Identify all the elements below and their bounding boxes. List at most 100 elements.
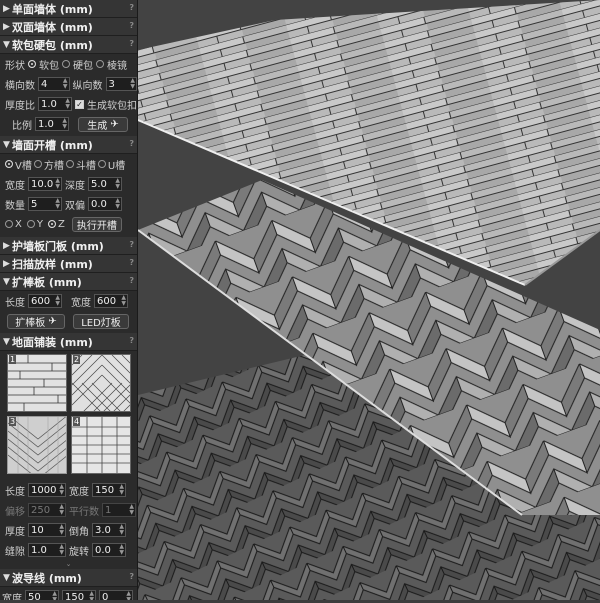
pattern-tile-chevron[interactable]: 3 bbox=[7, 416, 67, 474]
wave-value-3[interactable]: 0 ▲ ▼ bbox=[99, 590, 133, 600]
sheet-width-input[interactable]: 600 ▲ ▼ bbox=[94, 294, 128, 308]
sheet-length-input[interactable]: 600 ▲ ▼ bbox=[28, 294, 62, 308]
floor-preview-render bbox=[137, 0, 600, 600]
section-wave[interactable]: ▼ 波导线 (mm) ? bbox=[0, 569, 137, 587]
ratio-input[interactable]: 1.0 ▲ ▼ bbox=[35, 117, 69, 131]
section-wall-groove[interactable]: ▼ 墙面开槽 (mm) ? bbox=[0, 136, 137, 154]
floor-length-label: 长度 bbox=[5, 486, 25, 498]
floor-thickness-input[interactable]: 10 ▲ ▼ bbox=[28, 523, 66, 537]
radio-u-label: U槽 bbox=[107, 160, 126, 172]
radio-soft-label: 软包 bbox=[39, 60, 59, 72]
wave-value-2[interactable]: 150 ▲ ▼ bbox=[62, 590, 96, 600]
floor-rotate-input[interactable]: 0.0 ▲ ▼ bbox=[92, 543, 126, 557]
radio-v-label: V槽 bbox=[15, 160, 32, 172]
radio-hard[interactable] bbox=[62, 60, 70, 68]
radio-axis-y[interactable] bbox=[26, 220, 35, 228]
section-title: 地面铺装 (mm) bbox=[12, 335, 93, 349]
help-icon[interactable]: ? bbox=[129, 21, 134, 30]
groove-width-input[interactable]: 10.0 ▲ ▼ bbox=[28, 177, 62, 191]
section-wainscot[interactable]: ▶ 护墙板门板 (mm) ? bbox=[0, 237, 137, 255]
radio-u-groove[interactable] bbox=[97, 160, 106, 168]
floor-offset-row: 偏移 250 ▲ ▼ 平行数 1 ▲ ▼ bbox=[0, 500, 137, 520]
groove-depth-input[interactable]: 5.0 ▲ ▼ bbox=[88, 177, 122, 191]
pattern-tile-grid[interactable]: 4 bbox=[71, 416, 131, 474]
radio-soft[interactable] bbox=[28, 60, 36, 68]
groove-width-label: 宽度 bbox=[5, 180, 25, 192]
pattern-tile-staggered[interactable]: 1 bbox=[7, 354, 67, 412]
radio-hard-label: 硬包 bbox=[73, 60, 93, 72]
section-skirting[interactable]: ▶ 扫描放样 (mm) ? bbox=[0, 255, 137, 273]
chevron-down-icon: ▼ bbox=[3, 39, 10, 50]
expand-more-icon[interactable]: ⌄ bbox=[0, 560, 137, 569]
chevron-right-icon: ▶ bbox=[3, 258, 10, 269]
radio-v-groove[interactable] bbox=[5, 160, 13, 168]
led-panel-button[interactable]: LED灯板 bbox=[73, 313, 129, 329]
generate-button[interactable]: 生成 ✈ bbox=[78, 116, 128, 132]
radio-mirror-label: 棱镜 bbox=[107, 60, 127, 72]
section-title: 扫描放样 (mm) bbox=[12, 257, 93, 271]
3d-viewport[interactable] bbox=[137, 0, 600, 600]
floor-offset-input: 250 ▲ ▼ bbox=[28, 503, 66, 517]
axis-x-label: X bbox=[15, 218, 22, 230]
pattern-tile-herringbone[interactable]: 2 bbox=[71, 354, 131, 412]
gen-buckle-checkbox[interactable]: ✓ bbox=[75, 99, 84, 109]
double-offset-label: 双偏 bbox=[65, 200, 85, 212]
floor-parallel-input: 1 ▲ ▼ bbox=[102, 503, 136, 517]
floor-gap-input[interactable]: 1.0 ▲ ▼ bbox=[28, 543, 66, 557]
ratio-label: 比例 bbox=[12, 120, 32, 132]
radio-axis-z[interactable] bbox=[47, 220, 56, 228]
radio-mirror[interactable] bbox=[96, 60, 104, 68]
help-icon[interactable]: ? bbox=[129, 258, 134, 267]
section-floor[interactable]: ▼ 地面铺装 (mm) ? bbox=[0, 333, 137, 351]
help-icon[interactable]: ? bbox=[129, 336, 134, 345]
double-offset-input[interactable]: 0.0 ▲ ▼ bbox=[88, 197, 122, 211]
v-count-label: 纵向数 bbox=[72, 80, 103, 92]
wave-width-label: 宽度 bbox=[2, 593, 22, 601]
section-soft-pack[interactable]: ▼ 软包硬包 (mm) ? bbox=[0, 36, 137, 54]
sheet-button[interactable]: 扩棒板 ✈ bbox=[7, 313, 65, 329]
radio-square-groove[interactable] bbox=[33, 160, 42, 168]
help-icon[interactable]: ? bbox=[129, 139, 134, 148]
sheet-length-label: 长度 bbox=[5, 297, 25, 309]
sheet-buttons-row: 扩棒板 ✈ LED灯板 bbox=[0, 311, 137, 331]
groove-count-row: 数量 5 ▲ ▼ 双偏 0.0 ▲ ▼ bbox=[0, 194, 137, 214]
help-icon[interactable]: ? bbox=[129, 572, 134, 581]
help-icon[interactable]: ? bbox=[129, 276, 134, 285]
section-title: 软包硬包 (mm) bbox=[12, 38, 93, 52]
section-single-wall[interactable]: ▶ 单面墙体 (mm) ? bbox=[0, 0, 137, 18]
chevron-down-icon: ▼ bbox=[3, 336, 10, 347]
chevron-down-icon: ▼ bbox=[3, 139, 10, 150]
execute-groove-button[interactable]: 执行开槽 bbox=[71, 216, 122, 232]
wave-value-1[interactable]: 50 ▲ ▼ bbox=[25, 590, 59, 600]
h-count-input[interactable]: 4 ▲ ▼ bbox=[38, 77, 70, 91]
chevron-right-icon: ▶ bbox=[3, 21, 10, 32]
groove-depth-label: 深度 bbox=[65, 180, 85, 192]
section-title: 墙面开槽 (mm) bbox=[12, 138, 93, 152]
section-title: 护墙板门板 (mm) bbox=[12, 239, 104, 253]
radio-dovetail-groove[interactable] bbox=[65, 160, 74, 168]
help-icon[interactable]: ? bbox=[129, 240, 134, 249]
floor-size-row: 长度 1000 ▲ ▼ 宽度 150 ▲ ▼ bbox=[0, 480, 137, 500]
gen-buckle-label: 生成软包扣 bbox=[87, 100, 137, 112]
floor-thickness-label: 厚度 bbox=[5, 526, 25, 538]
floor-pattern-grid: 1 2 3 4 bbox=[0, 351, 137, 476]
v-count-input[interactable]: 3 ▲ ▼ bbox=[105, 77, 137, 91]
chevron-right-icon: ▶ bbox=[3, 3, 10, 14]
grid-tiles-icon bbox=[72, 417, 130, 473]
groove-count-input[interactable]: 5 ▲ ▼ bbox=[28, 197, 62, 211]
radio-dovetail-label: 斗槽 bbox=[75, 160, 96, 172]
staggered-planks-icon bbox=[8, 355, 66, 411]
floor-chamfer-input[interactable]: 3.0 ▲ ▼ bbox=[92, 523, 126, 537]
thickness-row: 厚度比 1.0 ▲ ▼ ✓ 生成软包扣 bbox=[0, 94, 137, 114]
radio-axis-x[interactable] bbox=[5, 220, 13, 228]
floor-width-input[interactable]: 150 ▲ ▼ bbox=[92, 483, 126, 497]
help-icon[interactable]: ? bbox=[129, 3, 134, 12]
wave-row: 宽度 50 ▲ ▼ 150 ▲ ▼ 0 ▲ ▼ bbox=[0, 587, 137, 600]
help-icon[interactable]: ? bbox=[129, 39, 134, 48]
floor-length-input[interactable]: 1000 ▲ ▼ bbox=[28, 483, 66, 497]
section-title: 波导线 (mm) bbox=[12, 571, 82, 585]
section-sheet[interactable]: ▼ 扩棒板 (mm) ? bbox=[0, 273, 137, 291]
section-double-wall[interactable]: ▶ 双面墙体 (mm) ? bbox=[0, 18, 137, 36]
groove-type-row: V槽 方槽 斗槽 U槽 bbox=[0, 154, 137, 174]
thick-ratio-input[interactable]: 1.0 ▲ ▼ bbox=[38, 97, 72, 111]
